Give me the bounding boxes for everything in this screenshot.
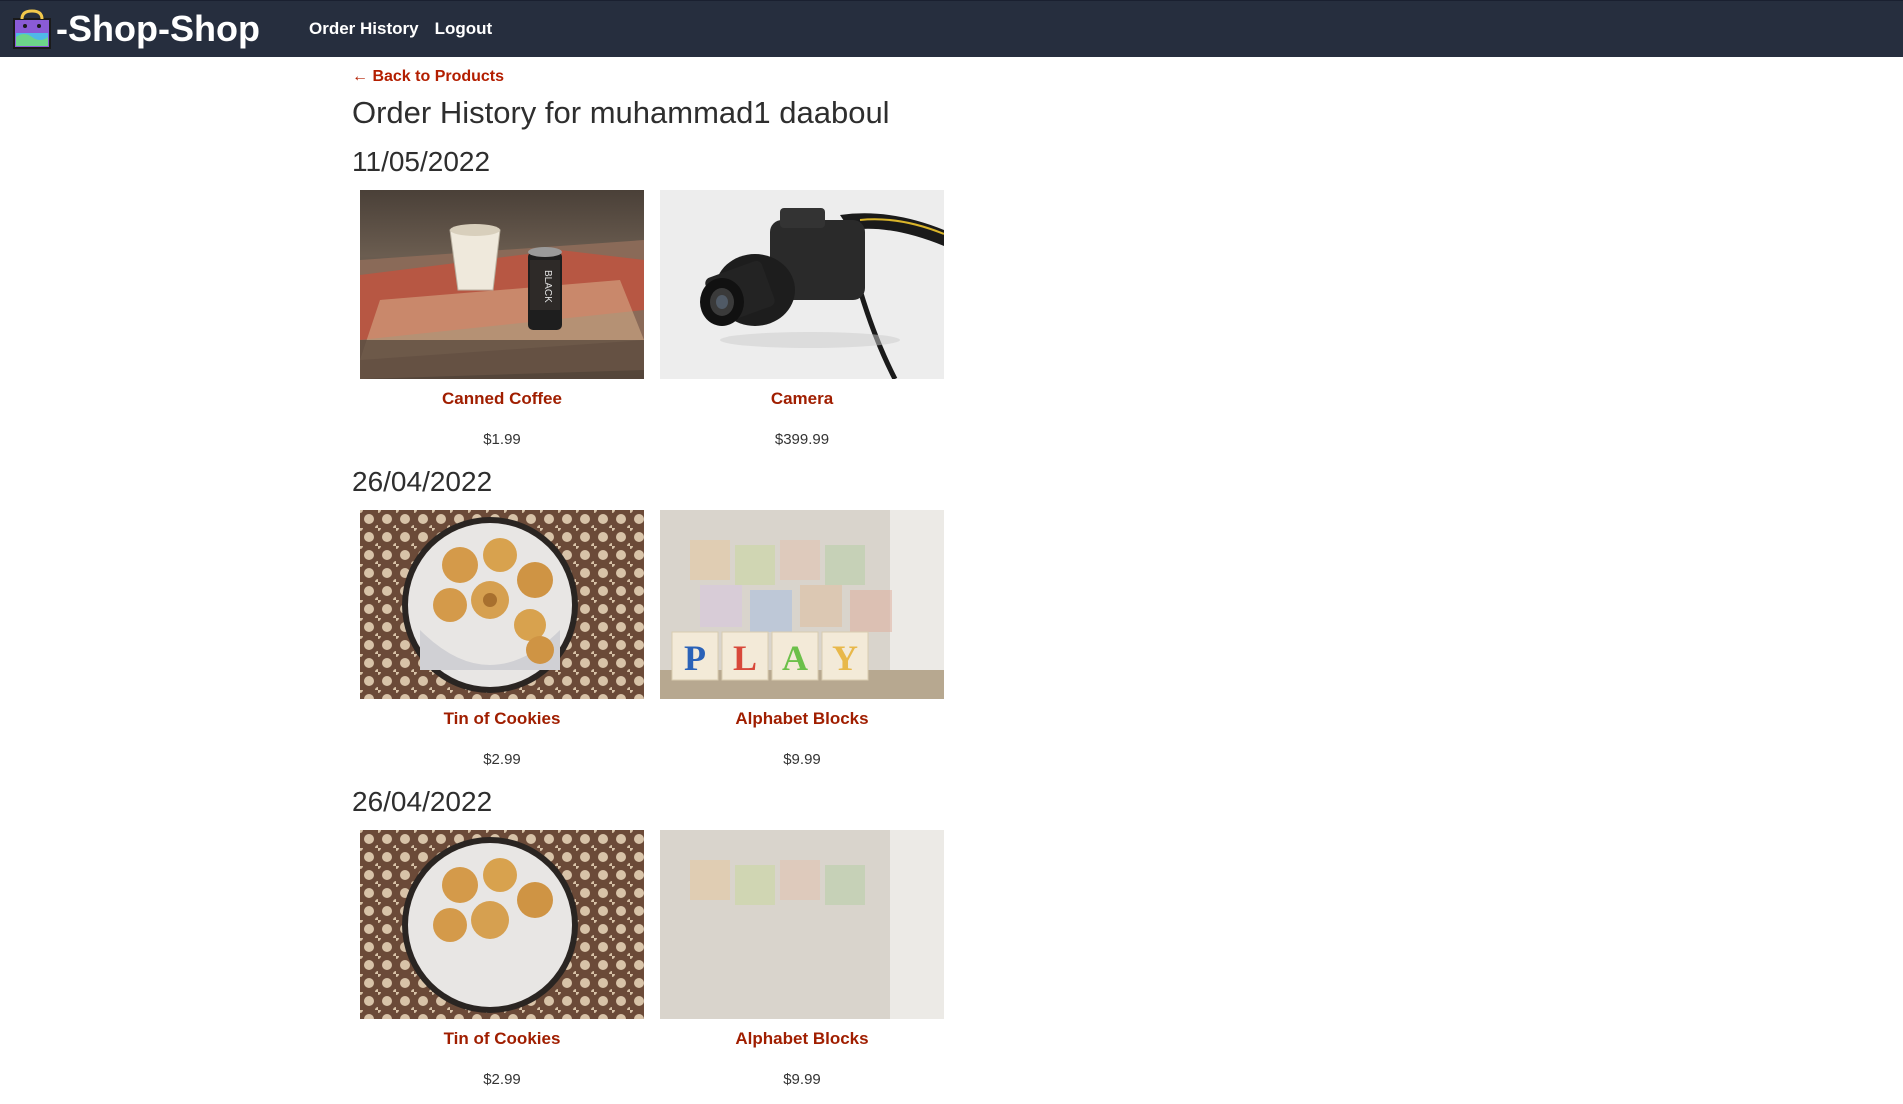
- order-date: 26/04/2022: [352, 786, 493, 817]
- svg-text:P: P: [684, 638, 706, 678]
- product-image-alphabet-blocks[interactable]: P L A Y: [660, 510, 944, 699]
- product-price: $2.99: [483, 751, 521, 768]
- order-date: 26/04/2022: [352, 466, 493, 497]
- nav-order-history[interactable]: Order History: [309, 19, 419, 39]
- order-block: 26/04/2022: [352, 784, 1052, 1090]
- product-card[interactable]: Tin of Cookies $2.99: [360, 510, 644, 770]
- product-name[interactable]: Tin of Cookies: [360, 1028, 644, 1050]
- svg-text:Y: Y: [832, 638, 858, 678]
- order-items: Tin of Cookies $2.99 Alphabet Blocks $9.…: [360, 830, 1052, 1090]
- product-card[interactable]: Camera $399.99: [660, 190, 944, 450]
- svg-text:L: L: [733, 638, 757, 678]
- product-card[interactable]: Alphabet Blocks $9.99: [660, 830, 944, 1090]
- order-items: Tin of Cookies $2.99 P L A Y Alphabet Bl…: [360, 510, 1052, 770]
- product-price: $399.99: [774, 431, 830, 448]
- order-history-container: ← Back to Products Order History for muh…: [352, 57, 1052, 1104]
- svg-text:A: A: [782, 638, 808, 678]
- brand-link[interactable]: -Shop-Shop: [12, 7, 260, 51]
- brand-title: -Shop-Shop: [56, 8, 260, 49]
- product-name[interactable]: Alphabet Blocks: [660, 1028, 944, 1050]
- product-name[interactable]: Alphabet Blocks: [660, 708, 944, 730]
- product-name[interactable]: Camera: [660, 388, 944, 410]
- product-card[interactable]: P L A Y Alphabet Blocks $9.99: [660, 510, 944, 770]
- order-date: 11/05/2022: [352, 146, 491, 177]
- order-block: 26/04/2022: [352, 464, 1052, 770]
- order-items: BLACK Canned Coffee $1.99 Camera $399.99: [360, 190, 1052, 450]
- product-image-tin-of-cookies[interactable]: [360, 830, 644, 1019]
- product-name[interactable]: Tin of Cookies: [360, 708, 644, 730]
- page-title: Order History for muhammad1 daaboul: [352, 95, 890, 130]
- order-block: 11/05/2022 BLACK Canned Coffee $1.99 Cam…: [352, 144, 1052, 450]
- product-price: $1.99: [483, 431, 521, 448]
- product-image-camera[interactable]: [660, 190, 944, 379]
- back-to-products-link[interactable]: ← Back to Products: [352, 67, 1052, 87]
- product-price: $9.99: [783, 751, 821, 768]
- nav-links: Order History Logout: [309, 19, 492, 39]
- product-image-canned-coffee[interactable]: BLACK: [360, 190, 644, 379]
- product-price: $9.99: [783, 1071, 821, 1088]
- product-image-alphabet-blocks[interactable]: [660, 830, 944, 1019]
- product-image-tin-of-cookies[interactable]: [360, 510, 644, 699]
- svg-text:BLACK: BLACK: [542, 270, 553, 303]
- product-card[interactable]: Tin of Cookies $2.99: [360, 830, 644, 1090]
- product-price: $2.99: [483, 1071, 521, 1088]
- product-card[interactable]: BLACK Canned Coffee $1.99: [360, 190, 644, 450]
- product-name[interactable]: Canned Coffee: [360, 388, 644, 410]
- nav-logout[interactable]: Logout: [435, 19, 493, 39]
- navbar: -Shop-Shop Order History Logout: [0, 0, 1903, 57]
- shopping-bag-icon: [13, 9, 51, 49]
